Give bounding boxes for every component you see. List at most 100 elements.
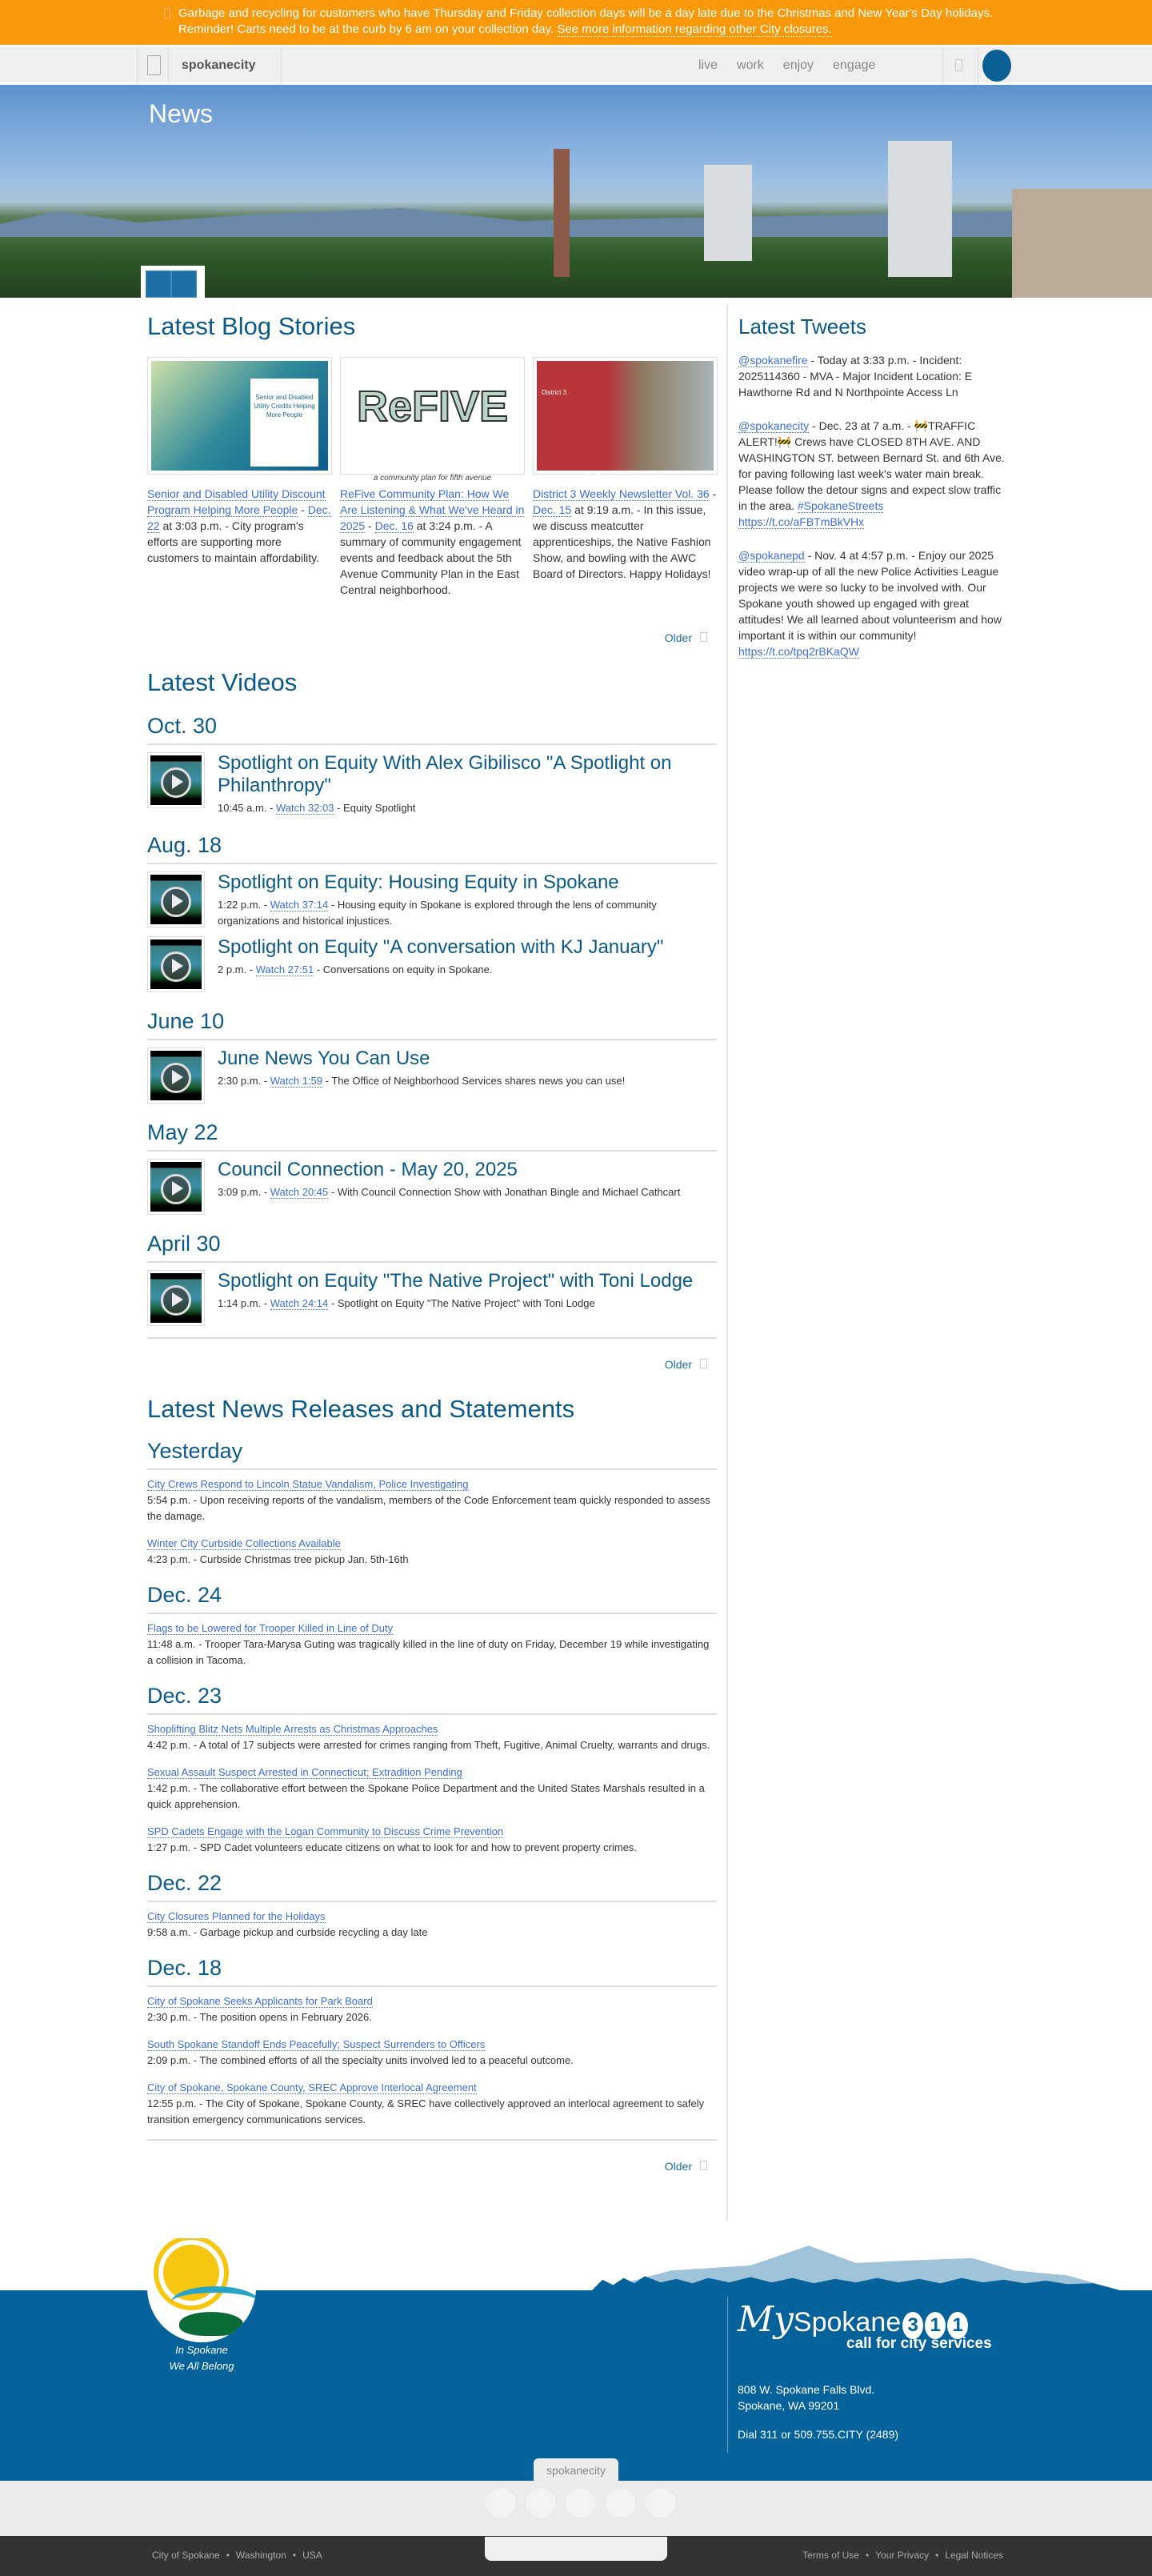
social-icon[interactable] [565,2487,597,2519]
video-desc: - The Office of Neighborhood Services sh… [322,1075,626,1087]
tweet-hashtag[interactable]: #SpokaneStreets [797,499,884,513]
footer-brand-tab[interactable]: spokanecity [534,2458,618,2482]
myspokane311-logo[interactable]: MySpokane 3 1 1 call for city services [738,2299,992,2353]
watch-link[interactable]: Watch 1:59 [270,1075,323,1088]
tweet-link[interactable]: https://t.co/aFBTmBkVHx [738,515,865,529]
blog-date-link[interactable]: Dec. 15 [533,503,572,517]
videos-section: Latest Videos Oct. 30 Spotlight on Equity… [147,668,717,1371]
social-icon[interactable] [525,2487,557,2519]
terms-link[interactable]: Terms of Use [802,2550,859,2561]
blog-card: ReFIVE a community plan for fifth avenue … [340,357,525,598]
search-button[interactable] [942,46,978,84]
tagline-line2: We All Belong [169,2360,234,2372]
video-title[interactable]: June News You Can Use [218,1048,625,1070]
blog-title-link[interactable]: District 3 Weekly Newsletter Vol. 36 [533,487,710,501]
news-title-link[interactable]: City Closures Planned for the Holidays [147,1910,326,1923]
video-body: Spotlight on Equity "A conversation with… [218,936,663,992]
video-thumbnail[interactable] [147,1048,205,1104]
footer-phone: Dial 311 or 509.755.CITY (2489) [738,2428,899,2441]
account-button[interactable] [982,50,1011,82]
blog-image[interactable]: District 3 Weekly Newsletter [533,357,718,515]
video-time: 2 p.m. - [218,963,256,976]
video-title[interactable]: Spotlight on Equity: Housing Equity in S… [218,871,717,894]
watch-link[interactable]: Watch 32:03 [275,802,334,815]
nav-enjoy[interactable]: enjoy [783,46,814,84]
videos-older-link[interactable]: Older [147,1356,717,1371]
news-title-link[interactable]: Flags to be Lowered for Trooper Killed i… [147,1622,394,1635]
news-desc: 4:42 p.m. - A total of 17 subjects were … [147,1739,710,1751]
tweets-heading: Latest Tweets [738,314,866,339]
footer-country-link[interactable]: USA [302,2550,322,2561]
news-title-link[interactable]: Sexual Assault Suspect Arrested in Conne… [147,1766,462,1779]
video-title[interactable]: Spotlight on Equity "A conversation with… [218,936,663,959]
news-title-link[interactable]: City of Spokane, Spokane County, SREC Ap… [147,2081,477,2094]
social-icon[interactable] [485,2487,517,2519]
news-title-link[interactable]: SPD Cadets Engage with the Logan Communi… [147,1825,504,1838]
pager-prev[interactable] [146,270,171,298]
blog-section: Latest Blog Stories Senior and Disabled … [147,304,718,644]
news-title-link[interactable]: Shoplifting Blitz Nets Multiple Arrests … [147,1723,438,1736]
footer-drawer-toggle[interactable] [485,2537,667,2561]
video-thumbnail[interactable] [147,871,205,927]
video-desc: - Conversations on equity in Spokane. [314,963,493,976]
tweet-handle[interactable]: @spokanecity [738,419,810,433]
nav-live[interactable]: live [698,46,718,84]
video-thumbnail[interactable] [147,936,205,992]
news-title-link[interactable]: Winter City Curbside Collections Availab… [147,1537,341,1550]
nav-engage[interactable]: engage [833,46,875,84]
video-thumbnail[interactable] [147,1270,205,1326]
tweet-link[interactable]: https://t.co/tpq2rBKaQW [738,645,859,659]
alert-link[interactable]: See more information regarding other Cit… [557,22,832,37]
watch-link[interactable]: Watch 20:45 [270,1186,329,1199]
watch-link[interactable]: Watch 27:51 [255,963,314,976]
tweet-handle[interactable]: @spokanefire [738,354,808,367]
city-tagline: In Spokane We All Belong [147,2342,256,2374]
legal-link[interactable]: Legal Notices [945,2550,1003,2561]
news-item: City Closures Planned for the Holidays 9:… [147,1909,717,1941]
news-desc: 2:09 p.m. - The combined efforts of all … [147,2054,574,2066]
video-desc: - Spotlight on Equity "The Native Projec… [328,1297,595,1309]
pager-next[interactable] [171,270,197,298]
menu-button[interactable] [137,46,169,84]
blog-older-link[interactable]: Older [147,630,717,644]
news-desc: 1:42 p.m. - The collaborative effort bet… [147,1782,705,1810]
hero-building [1012,189,1152,298]
video-desc: - With Council Connection Show with Jona… [328,1186,681,1198]
news-title-link[interactable]: South Spokane Standoff Ends Peacefully; … [147,2038,486,2051]
video-title[interactable]: Council Connection - May 20, 2025 [218,1159,680,1181]
news-title-link[interactable]: City Crews Respond to Lincoln Statue Van… [147,1478,469,1491]
watch-link[interactable]: Watch 24:14 [270,1297,329,1310]
privacy-link[interactable]: Your Privacy [875,2550,929,2561]
video-date-heading: Aug. 18 [147,832,717,864]
video-meta: 3:09 p.m. - Watch 20:45 - With Council C… [218,1184,680,1200]
video-item: Spotlight on Equity With Alex Gibilisco … [147,752,717,816]
city-logo[interactable] [147,2238,256,2342]
blog-title-link[interactable]: Senior and Disabled Utility Discount Pro… [147,487,326,517]
video-title[interactable]: Spotlight on Equity "The Native Project"… [218,1270,693,1292]
blog-card: Senior and Disabled Utility Credits Help… [147,357,332,598]
news-date-heading: Dec. 23 [147,1683,717,1715]
news-older-link[interactable]: Older [147,2158,717,2173]
brand-link[interactable]: spokanecity [170,46,282,84]
footer-state-link[interactable]: Washington [236,2550,286,2561]
social-icon[interactable] [605,2487,637,2519]
news-date-heading: Dec. 22 [147,1870,717,1902]
blog-image[interactable]: ReFIVE a community plan for fifth avenue [340,357,525,483]
news-title-link[interactable]: City of Spokane Seeks Applicants for Par… [147,1995,373,2008]
video-thumbnail[interactable] [147,752,205,808]
tweet-handle[interactable]: @spokanepd [738,549,805,563]
blog-image[interactable]: Senior and Disabled Utility Credits Help… [147,357,332,475]
footer-city-link[interactable]: City of Spokane [152,2550,220,2561]
video-title[interactable]: Spotlight on Equity With Alex Gibilisco … [218,752,717,797]
social-icon[interactable] [645,2487,677,2519]
video-thumbnail[interactable] [147,1159,205,1215]
blog-date-link[interactable]: Dec. 16 [374,519,414,533]
chevron-right-icon [700,632,707,642]
video-body: Council Connection - May 20, 2025 3:09 p.… [218,1159,680,1215]
news-desc: 4:23 p.m. - Curbside Christmas tree pick… [147,1553,409,1565]
news-item: City Crews Respond to Lincoln Statue Van… [147,1476,717,1524]
news-section: Latest News Releases and Statements Yest… [147,1395,717,2173]
nav-work[interactable]: work [737,46,764,84]
news-date-heading: Yesterday [147,1438,717,1470]
watch-link[interactable]: Watch 37:14 [270,899,329,911]
